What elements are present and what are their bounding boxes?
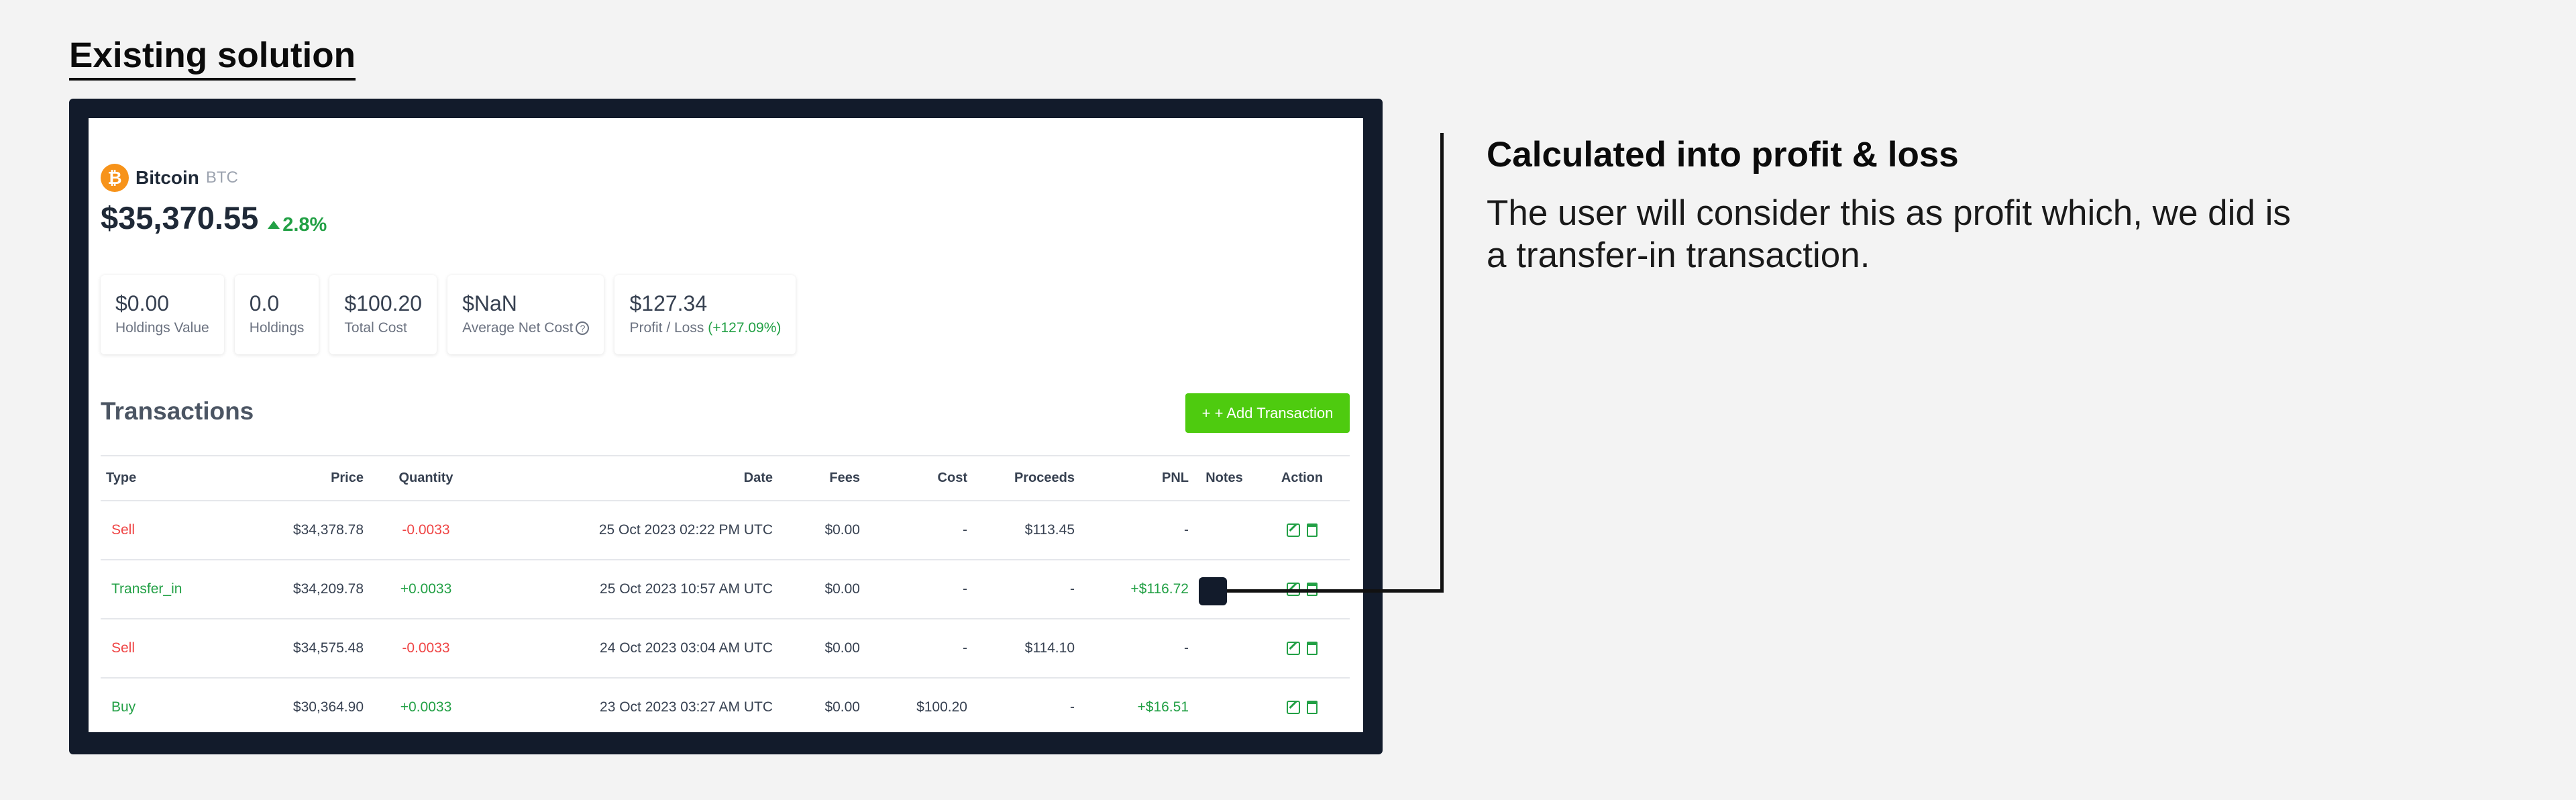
cell-fees: $0.00 [778,560,865,619]
add-transaction-button[interactable]: + + Add Transaction [1185,393,1350,433]
table-header-row: Type Price Quantity Date Fees Cost Proce… [101,455,1350,501]
cell-notes [1194,619,1254,679]
coin-header: ₿ Bitcoin BTC [101,164,238,192]
stat-card-holdings: 0.0 Holdings [234,275,319,354]
cell-notes [1194,678,1254,732]
cell-actions [1254,501,1350,560]
cell-date: 24 Oct 2023 03:04 AM UTC [483,619,778,679]
annotation-body: The user will consider this as profit wh… [1487,193,2291,275]
stat-value: $100.20 [344,291,423,315]
stat-value: $NaN [462,291,517,315]
cell-cost: $100.20 [865,678,973,732]
stat-label: Holdings [249,320,305,336]
edit-icon[interactable] [1287,701,1300,715]
coin-symbol: BTC [205,168,238,187]
cell-date: 25 Oct 2023 02:22 PM UTC [483,501,778,560]
cell-actions [1254,678,1350,732]
stat-card-total-cost: $100.20 Total Cost [329,275,437,354]
edit-icon[interactable] [1287,523,1300,538]
cell-pnl: +$116.72 [1080,560,1194,619]
cell-notes [1194,501,1254,560]
cell-price: $34,575.48 [208,619,369,679]
stat-value: $127.34 [629,291,708,315]
callout-line-vertical [1440,133,1444,593]
cell-type: Sell [101,501,208,560]
cell-quantity: +0.0033 [369,678,483,732]
cell-price: $34,209.78 [208,560,369,619]
stat-value: 0.0 [249,291,280,315]
callout-line-horizontal [1227,589,1444,593]
up-arrow-icon [268,221,280,229]
cell-fees: $0.00 [778,501,865,560]
column-header[interactable]: Date [483,455,778,501]
column-header[interactable]: Fees [778,455,865,501]
table-row: Sell $34,575.48 -0.0033 24 Oct 2023 03:0… [101,619,1350,679]
stat-value: $0.00 [115,291,170,315]
cell-cost: - [865,501,973,560]
edit-icon[interactable] [1287,642,1300,656]
table-row: Buy $30,364.90 +0.0033 23 Oct 2023 03:27… [101,678,1350,732]
cell-type: Transfer_in [101,560,208,619]
stat-label: Total Cost [344,320,407,336]
price-row: $35,370.55 2.8% [101,199,327,236]
cell-date: 23 Oct 2023 03:27 AM UTC [483,678,778,732]
screenshot-frame: ₿ Bitcoin BTC $35,370.55 2.8% $0.00 Hold… [69,99,1383,754]
column-header[interactable]: Quantity [369,455,483,501]
cell-quantity: +0.0033 [369,560,483,619]
cell-quantity: -0.0033 [369,619,483,679]
stats-row: $0.00 Holdings Value 0.0 Holdings $100.2… [101,275,796,354]
column-header[interactable]: PNL [1080,455,1194,501]
transactions-table: Type Price Quantity Date Fees Cost Proce… [101,455,1350,732]
trash-icon[interactable] [1307,642,1318,656]
app-screen: ₿ Bitcoin BTC $35,370.55 2.8% $0.00 Hold… [89,118,1363,732]
trash-icon[interactable] [1307,701,1318,715]
section-title: Existing solution [69,35,356,81]
cell-date: 25 Oct 2023 10:57 AM UTC [483,560,778,619]
cell-fees: $0.00 [778,678,865,732]
price-change-value: 2.8% [282,213,327,236]
column-header[interactable]: Price [208,455,369,501]
coin-name: Bitcoin [136,167,199,188]
cell-fees: $0.00 [778,619,865,679]
stat-card-profit-loss: $127.34 Profit / Loss (+127.09%) [614,275,796,354]
stat-label: Profit / Loss (+127.09%) [629,320,781,336]
cell-proceeds: - [973,560,1080,619]
cell-type: Buy [101,678,208,732]
cell-price: $30,364.90 [208,678,369,732]
stat-card-holdings-value: $0.00 Holdings Value [101,275,224,354]
column-header[interactable]: Cost [865,455,973,501]
cell-price: $34,378.78 [208,501,369,560]
bitcoin-logo-icon: ₿ [101,164,129,192]
help-icon[interactable]: ? [576,321,590,336]
column-header: Action [1254,455,1350,501]
annotation-title: Calculated into profit & loss [1487,135,1959,174]
callout-marker [1199,577,1227,605]
stat-label: Average Net Cost? [462,320,590,336]
cell-pnl: +$16.51 [1080,678,1194,732]
price-change: 2.8% [268,214,327,236]
cell-cost: - [865,619,973,679]
stat-label: Holdings Value [115,320,209,336]
trash-icon[interactable] [1307,523,1318,538]
coin-price: $35,370.55 [101,200,259,236]
transactions-title: Transactions [101,397,254,425]
table-row: Sell $34,378.78 -0.0033 25 Oct 2023 02:2… [101,501,1350,560]
cell-quantity: -0.0033 [369,501,483,560]
cell-type: Sell [101,619,208,679]
column-header[interactable]: Proceeds [973,455,1080,501]
stat-card-average-net-cost: $NaN Average Net Cost? [447,275,604,354]
column-header[interactable]: Type [101,455,208,501]
cell-cost: - [865,560,973,619]
cell-proceeds: - [973,678,1080,732]
cell-pnl: - [1080,619,1194,679]
cell-proceeds: $114.10 [973,619,1080,679]
table-row: Transfer_in $34,209.78 +0.0033 25 Oct 20… [101,560,1350,619]
column-header[interactable]: Notes [1194,455,1254,501]
profit-loss-percent: (+127.09%) [708,320,782,336]
stat-label-text: Profit / Loss [629,320,704,336]
stat-label-text: Average Net Cost [462,320,574,336]
cell-actions [1254,619,1350,679]
cell-pnl: - [1080,501,1194,560]
cell-proceeds: $113.45 [973,501,1080,560]
